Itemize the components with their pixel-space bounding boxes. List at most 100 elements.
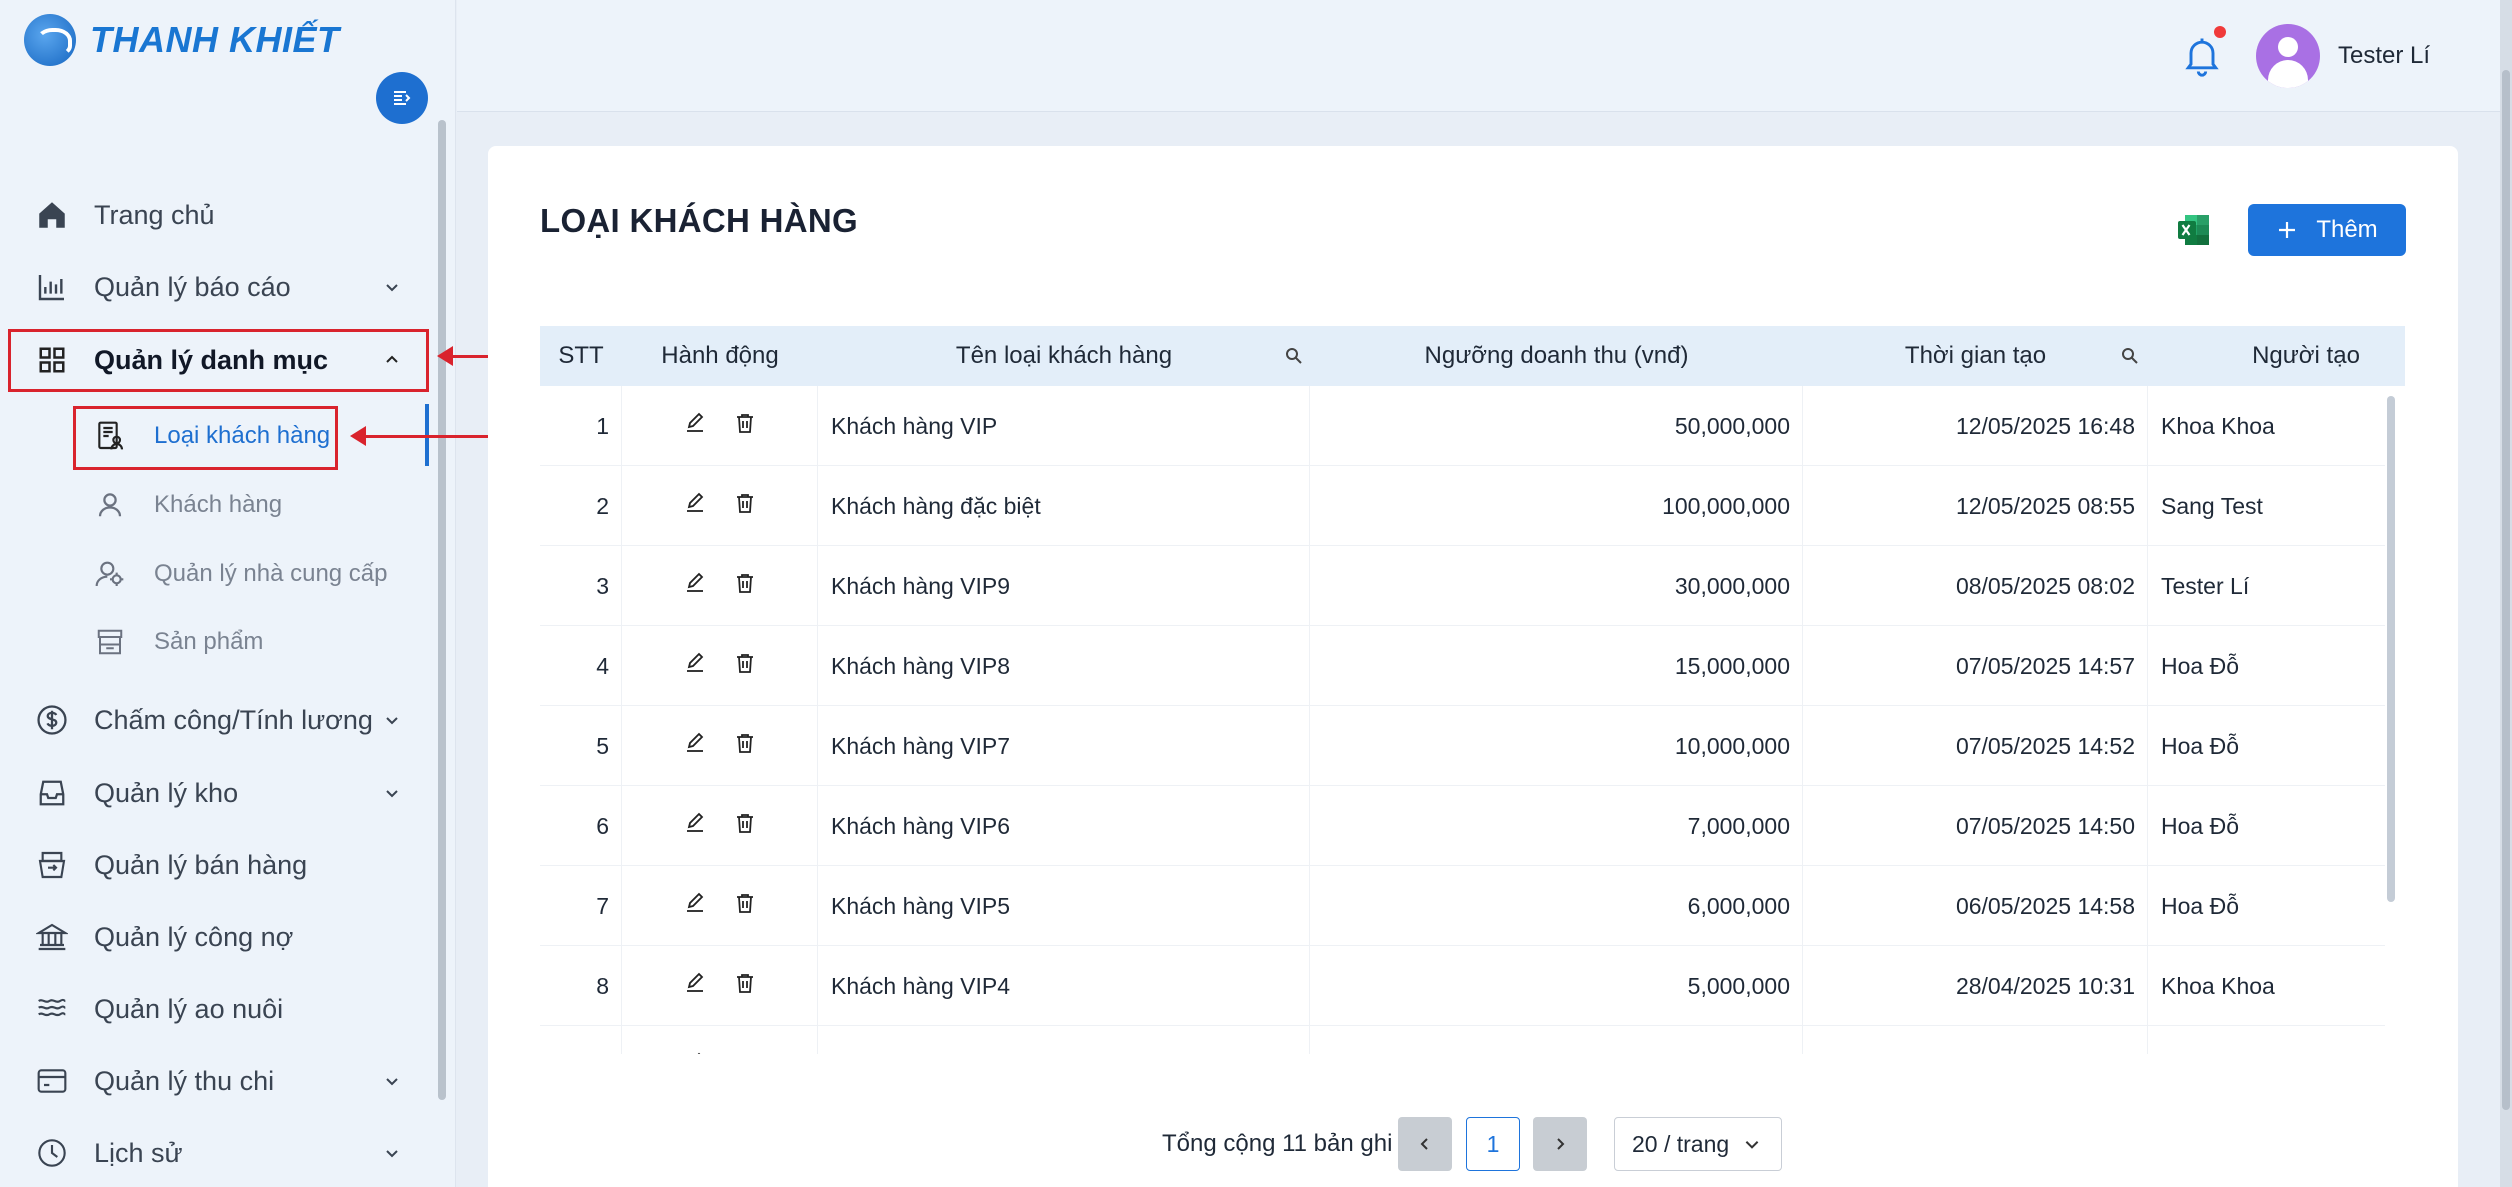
table-row[interactable]: 1 Khách hàng VIP 50,000,000 12/05/2025 16:4… [540, 386, 2385, 466]
column-header-actions: Hành động [661, 342, 779, 369]
cell-created-at: 12/05/2025 16:48 [1803, 386, 2148, 466]
shop-icon [92, 624, 128, 660]
bank-icon [34, 919, 70, 955]
cell-created-at: 12/05/2025 08:55 [1803, 466, 2148, 546]
delete-icon[interactable] [733, 811, 757, 841]
column-search-icon[interactable] [2120, 346, 2140, 366]
sidebar-item-reports[interactable]: Quản lý báo cáo [0, 257, 430, 317]
table-row[interactable]: 6 Khách hàng VIP6 7,000,000 07/05/2025 14:5… [540, 786, 2385, 866]
avatar[interactable] [2256, 24, 2320, 88]
chevron-down-icon [1745, 1141, 1759, 1149]
cell-threshold: 3,000,000 [1310, 1026, 1803, 1054]
table-body: 1 Khách hàng VIP 50,000,000 12/05/2025 16:4… [540, 386, 2385, 1054]
sidebar-item-label: Quản lý ao nuôi [94, 993, 284, 1024]
delete-icon[interactable] [733, 491, 757, 521]
user-icon [92, 487, 128, 523]
add-button[interactable]: Thêm [2248, 204, 2406, 256]
delete-icon[interactable] [733, 571, 757, 601]
page-number-current[interactable]: 1 [1466, 1117, 1520, 1171]
cell-threshold: 50,000,000 [1310, 386, 1803, 466]
cell-actions [622, 946, 818, 1026]
sidebar-item-label: Quản lý kho [94, 777, 239, 808]
cell-threshold: 30,000,000 [1310, 546, 1803, 626]
cell-stt: 8 [540, 946, 622, 1026]
cell-name: Khách hàng VIP8 [818, 626, 1310, 706]
cell-stt: 9 [540, 1026, 622, 1054]
table-row[interactable]: 8 Khách hàng VIP4 5,000,000 28/04/2025 10:3… [540, 946, 2385, 1026]
brand-name: THANH KHIẾT [90, 19, 340, 60]
chevron-left-icon [1420, 1138, 1428, 1150]
edit-icon[interactable] [683, 1051, 707, 1054]
sidebar-item-label: Quản lý thu chi [94, 1065, 275, 1096]
column-header-stt: STT [558, 342, 604, 369]
credit-card-icon [34, 1063, 70, 1099]
table-row[interactable]: 9 Khách hàng VIP33,000,00018/04/2025 14:4… [540, 1026, 2385, 1054]
cell-stt: 2 [540, 466, 622, 546]
table-row[interactable]: 3 Khách hàng VIP9 30,000,000 08/05/2025 08:… [540, 546, 2385, 626]
inbox-icon [34, 775, 70, 811]
cell-creator: Hoa Đỗ [2161, 652, 2239, 679]
next-page-button[interactable] [1533, 1117, 1587, 1171]
cell-threshold: 7,000,000 [1310, 786, 1803, 866]
sidebar-item-debt[interactable]: Quản lý công nợ [0, 907, 430, 967]
brand-logo[interactable]: THANH KHIẾT [24, 14, 339, 66]
cell-creator: Khoa Khoa [2161, 412, 2275, 439]
edit-icon[interactable] [683, 491, 707, 521]
sidebar-item-payroll[interactable]: Chấm công/Tính lương [0, 690, 430, 750]
prev-page-button[interactable] [1398, 1117, 1452, 1171]
cell-threshold: 6,000,000 [1310, 866, 1803, 946]
edit-icon[interactable] [683, 891, 707, 921]
cell-created-at: 07/05/2025 14:50 [1803, 786, 2148, 866]
delete-icon[interactable] [733, 411, 757, 441]
collapse-sidebar-button[interactable] [376, 72, 428, 124]
edit-icon[interactable] [683, 571, 707, 601]
cell-name: Khách hàng VIP6 [818, 786, 1310, 866]
sidebar-item-label: Trang chủ [94, 199, 215, 230]
sidebar-item-income-expense[interactable]: Quản lý thu chi [0, 1051, 430, 1111]
page-size-select[interactable]: 20 / trang [1614, 1117, 1782, 1171]
delete-icon[interactable] [733, 891, 757, 921]
table-row[interactable]: 2 Khách hàng đặc biệt 100,000,000 12/05/202… [540, 466, 2385, 546]
cell-stt: 1 [540, 386, 622, 466]
sidebar-item-history[interactable]: Lịch sử [0, 1123, 430, 1183]
sidebar-item-warehouse[interactable]: Quản lý kho [0, 763, 430, 823]
cell-creator: Hoa Đỗ [2161, 892, 2239, 919]
page-size-value: 20 / trang [1632, 1130, 1730, 1157]
sidebar-item-home[interactable]: Trang chủ [0, 185, 430, 245]
column-search-icon[interactable] [1284, 346, 1304, 366]
sidebar-item-sales[interactable]: Quản lý bán hàng [0, 835, 430, 895]
sidebar-subitem-label: Khách hàng [154, 491, 283, 518]
sidebar-subitem-customers[interactable]: Khách hàng [0, 477, 430, 533]
sidebar-subitem-suppliers[interactable]: Quản lý nhà cung cấp [0, 546, 430, 602]
sidebar-item-label: Lịch sử [94, 1137, 183, 1168]
cell-stt: 7 [540, 866, 622, 946]
delete-icon[interactable] [733, 971, 757, 1001]
edit-icon[interactable] [683, 971, 707, 1001]
cell-actions [622, 626, 818, 706]
sidebar-scrollbar[interactable] [438, 120, 446, 1100]
sidebar-item-ponds[interactable]: Quản lý ao nuôi [0, 979, 430, 1039]
page-scrollbar[interactable] [2502, 70, 2510, 1110]
delete-icon[interactable] [733, 731, 757, 761]
edit-icon[interactable] [683, 651, 707, 681]
sidebar-subitem-label: Quản lý nhà cung cấp [154, 560, 388, 587]
table-vertical-scrollbar[interactable] [2387, 396, 2395, 902]
table-row[interactable]: 7 Khách hàng VIP5 6,000,000 06/05/2025 14:5… [540, 866, 2385, 946]
table-header: STT Hành động Tên loại khách hàng Ngưỡng… [540, 326, 2405, 386]
edit-icon[interactable] [683, 811, 707, 841]
sidebar-subitem-products[interactable]: Sản phẩm [0, 614, 430, 670]
edit-icon[interactable] [683, 411, 707, 441]
edit-icon[interactable] [683, 731, 707, 761]
supplier-icon [92, 556, 128, 592]
table-row[interactable]: 4 Khách hàng VIP8 15,000,000 07/05/2025 14:… [540, 626, 2385, 706]
bar-chart-icon [34, 269, 70, 305]
cell-created-at: 06/05/2025 14:58 [1803, 866, 2148, 946]
notification-bell-icon[interactable] [2180, 32, 2224, 78]
delete-icon[interactable] [733, 1051, 757, 1054]
sidebar-item-label: Quản lý bán hàng [94, 849, 308, 880]
cell-threshold: 5,000,000 [1310, 946, 1803, 1026]
table-row[interactable]: 5 Khách hàng VIP7 10,000,000 07/05/2025 14:… [540, 706, 2385, 786]
user-name[interactable]: Tester Lí [2338, 42, 2430, 70]
excel-export-icon[interactable] [2176, 212, 2212, 248]
delete-icon[interactable] [733, 651, 757, 681]
